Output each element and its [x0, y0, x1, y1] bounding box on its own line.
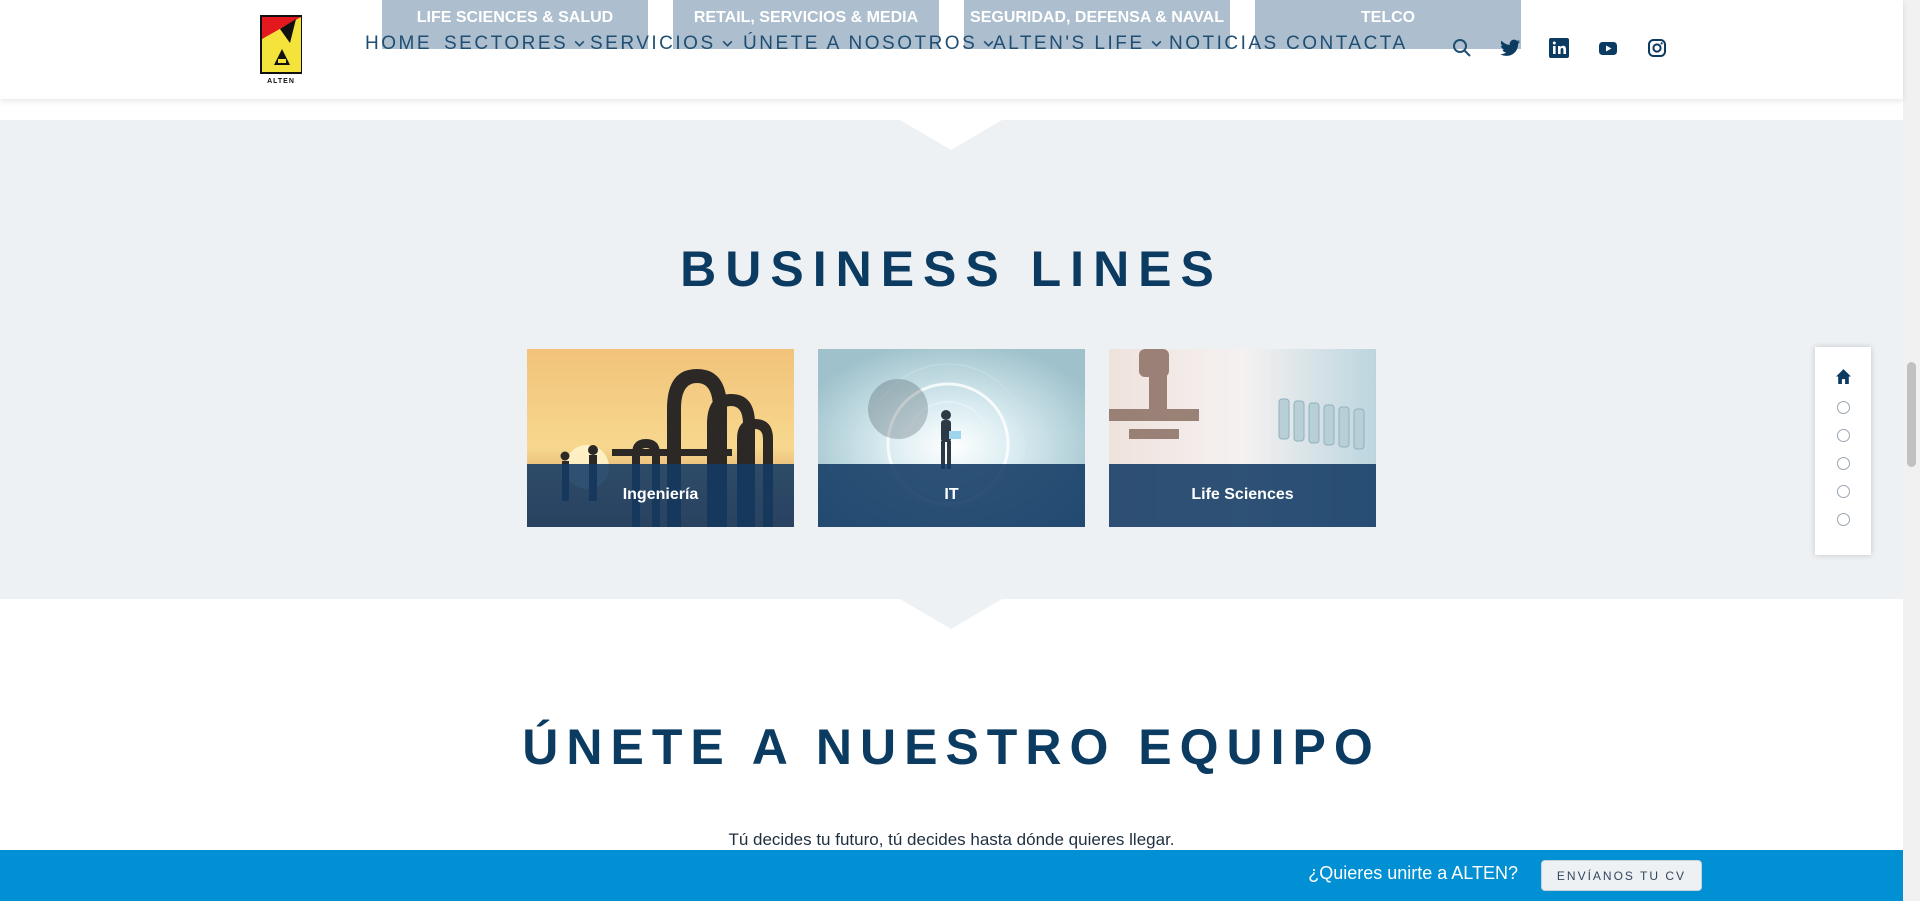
- section-dot[interactable]: [1837, 429, 1850, 442]
- nav-sectores-label: SECTORES: [444, 33, 569, 54]
- cv-question: ¿Quieres unirte a ALTEN?: [1308, 863, 1518, 883]
- chevron-down-icon: [722, 41, 733, 48]
- business-card-label: IT: [818, 464, 1085, 527]
- business-card-label: Life Sciences: [1109, 464, 1376, 527]
- linkedin-icon[interactable]: [1547, 36, 1571, 60]
- nav-sectores[interactable]: SECTORES: [444, 33, 586, 55]
- nav-contacta-label: CONTACTA: [1286, 33, 1408, 54]
- chevron-down-icon: [574, 41, 585, 48]
- nav-unete-label: ÚNETE A NOSOTROS: [743, 33, 978, 54]
- nav-home-label: HOME: [365, 33, 432, 54]
- nav-contacta[interactable]: CONTACTA: [1286, 33, 1408, 55]
- chevron-down-icon: [1151, 41, 1161, 48]
- nav-altens-life-label: ALTEN'S LIFE: [993, 33, 1145, 54]
- business-card-ingenieria[interactable]: Ingeniería: [527, 349, 794, 527]
- search-icon[interactable]: [1450, 36, 1474, 60]
- section-dot[interactable]: [1837, 513, 1850, 526]
- logo-text: ALTEN: [267, 78, 295, 85]
- nav-unete[interactable]: ÚNETE A NOSOTROS: [743, 33, 995, 55]
- instagram-icon[interactable]: [1645, 36, 1669, 60]
- youtube-icon[interactable]: [1596, 36, 1620, 60]
- join-team-subtitle: Tú decides tu futuro, tú decides hasta d…: [728, 830, 1175, 849]
- business-card-life-sciences[interactable]: Life Sciences: [1109, 349, 1376, 527]
- home-icon[interactable]: [1835, 368, 1852, 385]
- scrollbar-thumb[interactable]: [1907, 362, 1916, 467]
- nav-noticias-label: NOTICIAS: [1169, 33, 1279, 54]
- site-header: LIFE SCIENCES & SALUD RETAIL, SERVICIOS …: [0, 0, 1903, 99]
- business-card-it[interactable]: IT: [818, 349, 1085, 527]
- section-dot[interactable]: [1837, 457, 1850, 470]
- alten-logo[interactable]: ALTEN: [260, 15, 304, 85]
- nav-servicios[interactable]: SERVICIOS: [590, 33, 734, 55]
- nav-altens-life[interactable]: ALTEN'S LIFE: [993, 33, 1163, 55]
- twitter-icon[interactable]: [1498, 36, 1522, 60]
- business-lines-title: BUSINESS LINES: [680, 241, 1223, 297]
- send-cv-button[interactable]: ENVÍANOS TU CV: [1541, 860, 1702, 891]
- nav-noticias[interactable]: NOTICIAS: [1169, 33, 1279, 55]
- join-team-title: ÚNETE A NUESTRO EQUIPO: [522, 719, 1381, 775]
- section-dot-nav: [1815, 347, 1871, 555]
- nav-servicios-label: SERVICIOS: [590, 33, 716, 54]
- section-dot[interactable]: [1837, 485, 1850, 498]
- cv-banner: ¿Quieres unirte a ALTEN? ENVÍANOS TU CV: [0, 850, 1903, 901]
- nav-home[interactable]: HOME: [365, 33, 432, 55]
- business-card-label: Ingeniería: [527, 464, 794, 527]
- section-divider-arrow: [900, 120, 1002, 150]
- section-dot[interactable]: [1837, 401, 1850, 414]
- scrollbar[interactable]: [1903, 0, 1920, 901]
- section-divider-arrow: [900, 599, 1002, 629]
